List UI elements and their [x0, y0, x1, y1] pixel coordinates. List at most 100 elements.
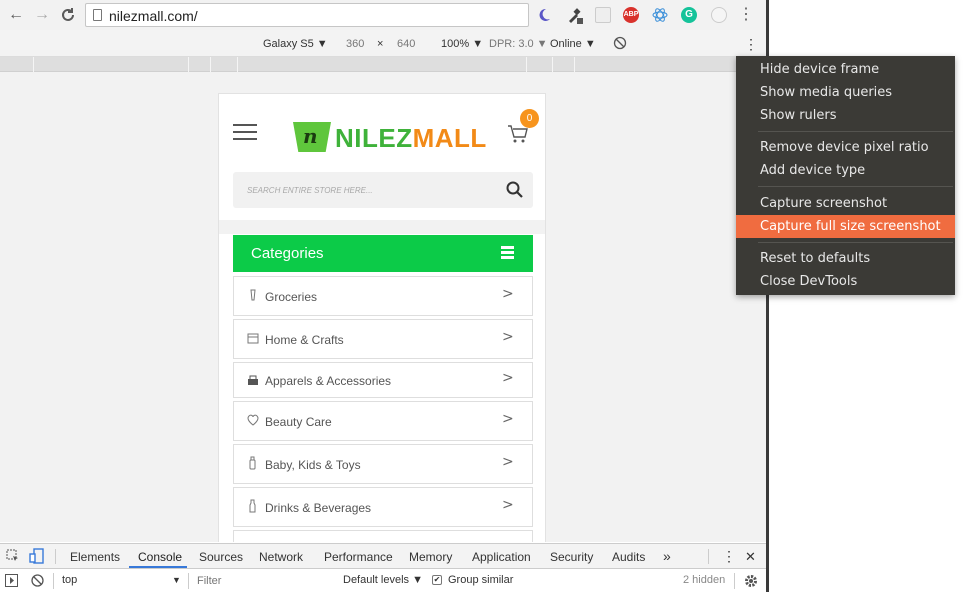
menu-item-add-device-type[interactable]: Add device type [736, 159, 955, 182]
ext-circle-icon[interactable] [711, 7, 727, 23]
divider [55, 549, 56, 564]
night-mode-icon[interactable] [536, 7, 552, 23]
network-select[interactable]: Online ▼ [550, 38, 596, 50]
menu-item-reset-defaults[interactable]: Reset to defaults [736, 247, 955, 270]
chevron-right-icon: > [502, 286, 514, 302]
clear-console-icon[interactable] [31, 574, 44, 590]
media-query-ruler [0, 57, 766, 72]
category-label: Groceries [265, 290, 318, 304]
tab-console[interactable]: Console [138, 550, 182, 564]
divider [188, 573, 189, 589]
category-item[interactable]: Beauty Care > [233, 401, 533, 441]
chrome-menu-button[interactable]: ⋮ [736, 4, 756, 26]
tab-network[interactable]: Network [259, 550, 303, 564]
context-select[interactable]: top [62, 574, 77, 586]
chevron-right-icon: > [502, 411, 514, 427]
category-label: Baby, Kids & Toys [265, 458, 361, 472]
categories-menu-icon[interactable] [501, 246, 514, 259]
menu-item-show-media-queries[interactable]: Show media queries [736, 81, 955, 104]
device-width[interactable]: 360 [346, 38, 364, 50]
drinks-icon [246, 499, 260, 513]
site-logo[interactable]: NILEZMALL [335, 123, 487, 154]
inspect-element-icon[interactable] [6, 549, 20, 566]
console-filterbar: top ▼ Default levels ▼ ✔ Group similar 2… [0, 569, 766, 592]
divider [734, 573, 735, 589]
divider [53, 573, 54, 589]
category-label: Apparels & Accessories [265, 374, 392, 388]
address-bar[interactable]: nilezmall.com/ [85, 3, 529, 27]
back-button[interactable]: ← [6, 4, 26, 26]
group-similar-checkbox[interactable]: ✔ [432, 575, 442, 585]
category-item[interactable] [233, 530, 533, 542]
device-viewport: n NILEZMALL 0 SEARCH ENTIRE STORE HERE..… [0, 72, 766, 542]
grammarly-icon[interactable]: G [681, 7, 697, 23]
tab-memory[interactable]: Memory [409, 550, 452, 564]
forward-button[interactable]: → [32, 4, 52, 26]
gear-icon[interactable] [744, 574, 758, 591]
reload-icon [62, 8, 74, 21]
hidden-count: 2 hidden [683, 574, 726, 586]
devtools-panel: Elements Console Sources Network Perform… [0, 543, 766, 592]
logo-nilez: NILEZ [335, 123, 413, 153]
menu-separator [758, 242, 953, 243]
category-item[interactable]: Home & Crafts > [233, 319, 533, 359]
menu-item-show-rulers[interactable]: Show rulers [736, 104, 955, 127]
category-label: Drinks & Beverages [265, 501, 372, 515]
levels-select[interactable]: Default levels ▼ [343, 574, 423, 586]
menu-item-capture-full-size-screenshot[interactable]: Capture full size screenshot [736, 215, 955, 238]
tab-audits[interactable]: Audits [612, 550, 645, 564]
devtools-menu-button[interactable]: ⋮ [722, 548, 736, 565]
more-tabs-button[interactable]: » [663, 548, 671, 564]
category-label: Home & Crafts [265, 333, 344, 347]
menu-item-hide-device-frame[interactable]: Hide device frame [736, 58, 955, 81]
category-item[interactable]: Apparels & Accessories > [233, 362, 533, 398]
category-item[interactable]: Baby, Kids & Toys > [233, 444, 533, 484]
tab-elements[interactable]: Elements [70, 550, 120, 564]
category-item[interactable]: Groceries > [233, 276, 533, 316]
home-crafts-icon [246, 331, 260, 345]
device-toolbar-menu-button[interactable]: ⋮ [744, 36, 758, 53]
search-icon[interactable] [505, 180, 525, 200]
close-devtools-button[interactable]: ✕ [745, 549, 756, 565]
chevron-right-icon: > [502, 497, 514, 513]
menu-item-remove-dpr[interactable]: Remove device pixel ratio [736, 136, 955, 159]
chevron-right-icon: > [502, 370, 514, 386]
sidebar-toggle-icon[interactable] [5, 574, 18, 590]
device-height[interactable]: 640 [397, 38, 415, 50]
ext-square-icon[interactable] [595, 7, 611, 23]
device-toggle-icon[interactable] [29, 548, 45, 567]
logo-mall: MALL [412, 123, 487, 153]
tab-security[interactable]: Security [550, 550, 593, 564]
device-select[interactable]: Galaxy S5 ▼ [263, 38, 328, 50]
category-item[interactable]: Drinks & Beverages > [233, 487, 533, 527]
url-text[interactable]: nilezmall.com/ [109, 8, 198, 24]
rotate-icon[interactable] [613, 36, 627, 53]
group-similar-label: Group similar [448, 574, 514, 586]
eyedropper-icon[interactable] [566, 7, 583, 24]
zoom-select[interactable]: 100% ▼ [441, 38, 483, 50]
adblock-icon[interactable]: ABP [623, 7, 639, 23]
tab-sources[interactable]: Sources [199, 550, 243, 564]
hamburger-menu-icon[interactable] [233, 124, 257, 142]
context-dropdown-icon[interactable]: ▼ [172, 575, 181, 585]
react-icon[interactable] [652, 7, 668, 23]
menu-item-capture-screenshot[interactable]: Capture screenshot [736, 192, 955, 215]
menu-item-close-devtools[interactable]: Close DevTools [736, 270, 955, 293]
cart-count-badge: 0 [520, 109, 539, 128]
search-input[interactable] [233, 172, 493, 208]
reload-button[interactable] [58, 4, 78, 26]
filter-input[interactable] [192, 572, 334, 590]
search-bar [233, 172, 533, 208]
beauty-icon [246, 413, 260, 427]
menu-separator [758, 186, 953, 187]
menu-separator [758, 131, 953, 132]
browser-window: ← → nilezmall.com/ ABP G ⋮ Galaxy S5 ▼ 3… [0, 0, 768, 592]
categories-header[interactable]: Categories [233, 235, 533, 272]
categories-title: Categories [251, 245, 324, 262]
mobile-page: n NILEZMALL 0 SEARCH ENTIRE STORE HERE..… [218, 93, 546, 542]
tab-performance[interactable]: Performance [324, 550, 393, 564]
devtools-tabbar: Elements Console Sources Network Perform… [0, 544, 766, 569]
dpr-select[interactable]: DPR: 3.0 ▼ [489, 38, 548, 50]
tab-application[interactable]: Application [472, 550, 531, 564]
header-separator [219, 220, 545, 234]
